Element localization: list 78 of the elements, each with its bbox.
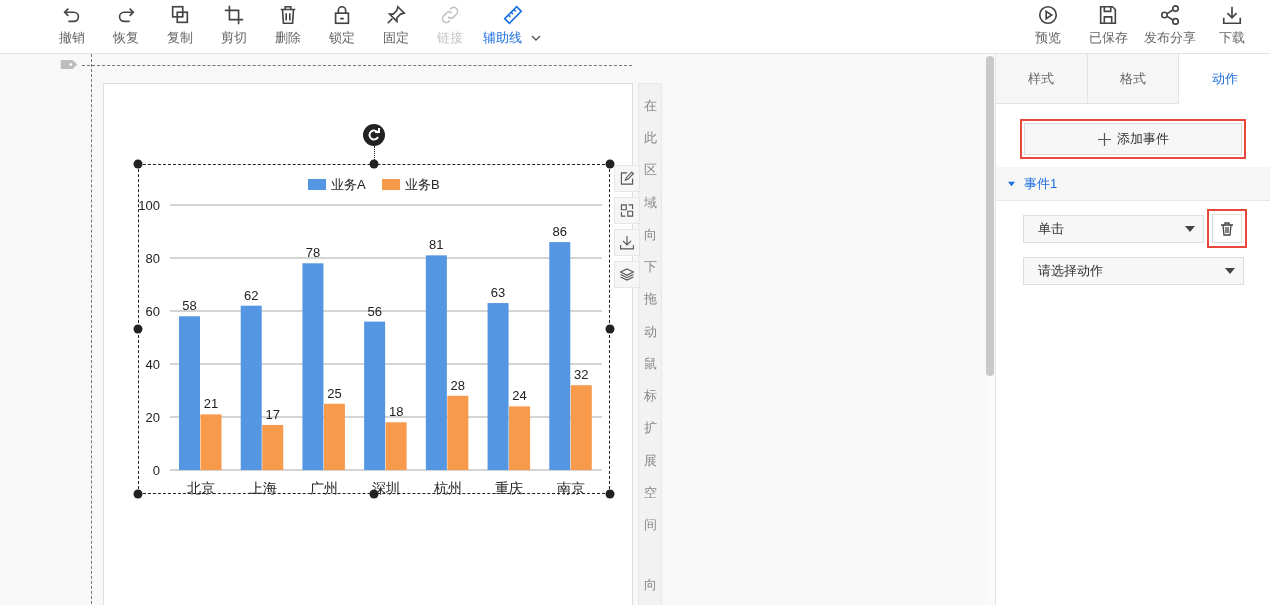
download-button[interactable] — [614, 229, 640, 256]
expand-hint: 在此区域向下拖动鼠标扩展空间 — [643, 97, 657, 535]
edit-icon — [619, 170, 635, 187]
delete-button[interactable]: 删除 — [261, 0, 315, 53]
axis-label: 0 — [152, 463, 160, 478]
expand-strip[interactable]: 在此区域向下拖动鼠标扩展空间 向 — [638, 83, 662, 605]
swap-button[interactable] — [614, 197, 640, 224]
panel-tab[interactable]: 格式 — [1087, 54, 1180, 104]
data-label: 24 — [512, 388, 527, 404]
dropdown-arrow-icon — [1185, 225, 1195, 232]
data-label: 58 — [182, 298, 197, 314]
trash-icon — [1219, 220, 1235, 237]
redo-button[interactable]: 恢复 — [99, 0, 153, 53]
data-label: 63 — [490, 285, 506, 301]
resize-handle[interactable] — [605, 159, 615, 169]
category-label: 重庆 — [495, 480, 524, 496]
category-label: 北京 — [186, 480, 215, 496]
trigger-select[interactable]: 单击 — [1023, 214, 1204, 243]
resize-handle[interactable] — [133, 489, 143, 499]
scrollbar-thumb[interactable] — [986, 56, 994, 376]
rotate-handle-icon[interactable] — [363, 124, 385, 146]
play-icon — [1037, 4, 1059, 26]
crop-icon — [223, 4, 245, 26]
download-button[interactable]: 下载 — [1202, 0, 1262, 53]
data-label: 21 — [203, 396, 219, 412]
preview-button[interactable]: 预览 — [1018, 0, 1078, 53]
category-label: 广州 — [310, 480, 339, 496]
layers-icon — [619, 266, 635, 283]
data-label: 25 — [327, 385, 342, 401]
layers-button[interactable] — [614, 261, 640, 288]
data-label: 18 — [388, 404, 404, 420]
pin-button[interactable]: 固定 — [369, 0, 423, 53]
data-label: 86 — [552, 224, 567, 240]
category-label: 杭州 — [433, 480, 462, 496]
plus-icon — [1097, 132, 1111, 146]
data-label: 62 — [244, 287, 259, 303]
legend-label: 业务A — [331, 177, 366, 192]
panel-tab[interactable]: 样式 — [996, 54, 1088, 104]
copy-icon — [169, 4, 191, 26]
event-header[interactable]: 事件1 — [996, 167, 1270, 201]
undo-button[interactable]: 撤销 — [45, 0, 99, 53]
ruler-button[interactable]: 辅助线 — [477, 0, 548, 53]
expand-hint: 向 — [643, 576, 657, 595]
ruler-icon — [501, 4, 524, 26]
resize-handle[interactable] — [133, 324, 143, 334]
data-label: 28 — [450, 377, 466, 393]
resize-handle[interactable] — [133, 159, 143, 169]
lock-button[interactable]: 锁定 — [315, 0, 369, 53]
axis-label: 20 — [145, 410, 160, 425]
copy-button[interactable]: 复制 — [153, 0, 207, 53]
crop-button[interactable]: 剪切 — [207, 0, 261, 53]
download-icon — [1221, 4, 1243, 26]
axis-label: 40 — [145, 357, 160, 372]
resize-handle[interactable] — [605, 324, 615, 334]
save-icon — [1097, 4, 1119, 26]
resize-handle[interactable] — [605, 489, 615, 499]
add-event-button[interactable]: 添加事件 — [1024, 123, 1242, 155]
dropdown-arrow-icon — [1225, 268, 1235, 274]
data-label: 17 — [265, 406, 280, 422]
action-select[interactable]: 请选择动作 — [1023, 257, 1244, 285]
swap-icon — [619, 202, 635, 219]
legend-label: 业务B — [405, 177, 440, 192]
data-label: 32 — [574, 367, 589, 383]
data-label: 81 — [429, 237, 444, 253]
axis-label: 100 — [138, 198, 160, 213]
edit-button[interactable] — [614, 165, 640, 192]
axis-label: 80 — [145, 251, 160, 266]
share-button[interactable]: 发布分享 — [1138, 0, 1202, 53]
data-label: 78 — [305, 245, 321, 261]
axis-label: 60 — [145, 304, 160, 319]
save-button[interactable]: 已保存 — [1078, 0, 1138, 53]
share-icon — [1159, 4, 1181, 26]
data-label: 56 — [367, 303, 382, 319]
download-icon — [619, 234, 635, 251]
expand-arrow-icon — [1007, 179, 1016, 188]
resize-handle[interactable] — [369, 159, 379, 169]
link-icon — [439, 4, 461, 26]
pin-icon — [385, 4, 407, 26]
